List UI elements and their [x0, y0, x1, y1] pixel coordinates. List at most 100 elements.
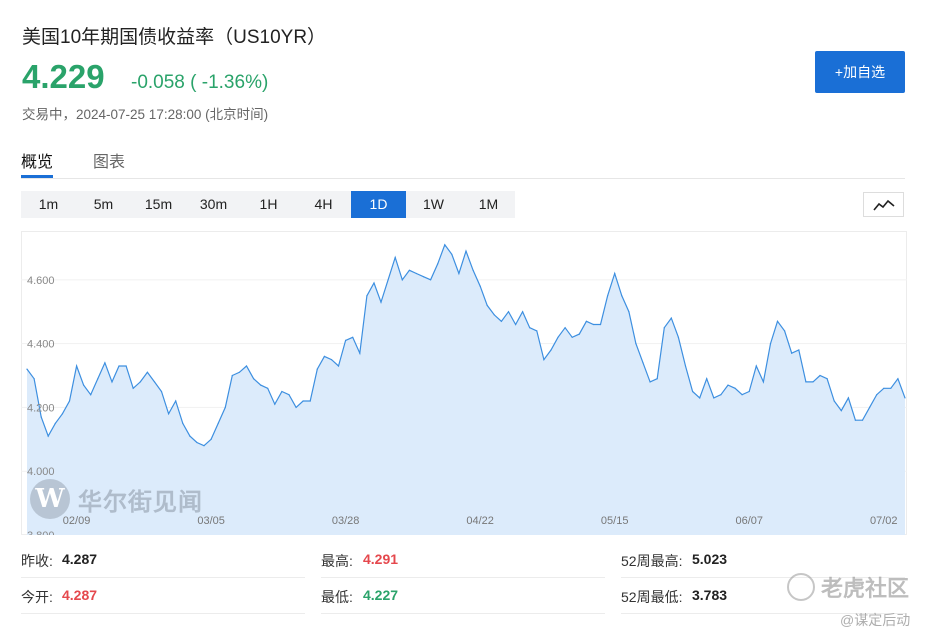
data-point — [380, 301, 382, 303]
period-1w[interactable]: 1W — [406, 191, 461, 218]
community-logo-icon — [787, 573, 815, 601]
data-point — [40, 416, 42, 418]
data-point — [550, 349, 552, 351]
data-point — [238, 371, 240, 373]
period-1d[interactable]: 1D — [351, 191, 406, 218]
data-point — [699, 397, 701, 399]
data-point — [479, 285, 481, 287]
stat-value: 4.287 — [62, 551, 98, 567]
data-point — [847, 397, 850, 399]
data-point — [890, 387, 892, 389]
data-point — [592, 323, 595, 326]
data-point — [33, 378, 35, 380]
data-point — [635, 343, 637, 345]
data-point — [302, 400, 304, 402]
y-tick-label: 4.400 — [27, 339, 55, 351]
active-tab-indicator — [21, 175, 53, 178]
stat-low: 最低: 4.227 — [321, 577, 605, 614]
period-1mo[interactable]: 1M — [461, 191, 516, 218]
data-point — [366, 295, 368, 297]
data-point — [132, 387, 134, 389]
data-point — [883, 387, 885, 389]
period-5m[interactable]: 5m — [76, 191, 131, 218]
x-tick-label: 05/15 — [601, 515, 629, 527]
data-point — [146, 371, 148, 373]
period-1m[interactable]: 1m — [21, 191, 76, 218]
tab-overview[interactable]: 概览 — [21, 148, 53, 172]
data-point — [522, 311, 524, 313]
data-point — [762, 381, 765, 383]
data-point — [684, 365, 687, 367]
data-point — [713, 397, 715, 399]
period-1h[interactable]: 1H — [241, 191, 296, 218]
stat-value: 5.023 — [692, 551, 728, 567]
data-point — [529, 327, 531, 329]
data-point — [415, 272, 417, 275]
data-point — [734, 387, 736, 389]
data-point — [536, 330, 538, 332]
data-point — [352, 336, 354, 338]
data-point — [507, 311, 510, 313]
data-point — [720, 394, 722, 396]
data-point — [401, 279, 403, 281]
data-point — [805, 381, 807, 383]
data-point — [210, 438, 212, 440]
data-point — [599, 323, 602, 326]
data-point — [288, 394, 290, 396]
data-point — [245, 365, 248, 367]
data-point — [83, 384, 85, 386]
data-point — [444, 244, 446, 246]
data-point — [182, 422, 184, 424]
data-point — [500, 320, 502, 322]
data-point — [125, 365, 127, 367]
stat-open: 今开: 4.287 — [21, 577, 305, 614]
stat-value: 4.287 — [62, 587, 98, 603]
data-point — [628, 311, 630, 313]
data-point — [784, 330, 786, 332]
data-point — [904, 397, 906, 399]
stat-value: 4.227 — [363, 587, 399, 603]
trading-status: 交易中，2024-07-25 17:28:00 (北京时间) — [22, 107, 269, 122]
data-point — [819, 374, 821, 377]
data-point — [394, 256, 396, 259]
watermark-logo-icon: W — [30, 479, 70, 519]
add-to-watchlist-button[interactable]: +加自选 — [815, 51, 905, 93]
period-4h[interactable]: 4H — [296, 191, 351, 218]
corner-watermark: 老虎社区 — [787, 571, 909, 603]
y-tick-label: 4.600 — [27, 275, 55, 287]
line-chart-icon — [872, 199, 895, 211]
data-point — [260, 384, 262, 386]
data-point — [897, 378, 899, 380]
data-point — [373, 282, 375, 284]
data-point — [61, 413, 64, 415]
data-point — [486, 304, 488, 306]
data-point — [543, 359, 545, 361]
data-point — [706, 378, 708, 380]
data-point — [607, 295, 609, 297]
data-point — [515, 323, 517, 326]
data-point — [727, 384, 729, 386]
data-point — [323, 355, 325, 357]
data-point — [840, 410, 842, 412]
data-point — [217, 422, 219, 424]
tab-chart[interactable]: 图表 — [93, 148, 125, 172]
x-tick-label: 04/22 — [466, 515, 494, 527]
data-point — [26, 368, 28, 370]
stat-value: 3.783 — [692, 587, 728, 603]
period-selector: 1m 5m 15m 30m 1H 4H 1D 1W 1M — [21, 191, 515, 218]
data-point — [54, 422, 56, 424]
data-point — [139, 381, 141, 383]
period-15m[interactable]: 15m — [131, 191, 186, 218]
watermark-text: 华尔街见闻 — [78, 488, 203, 516]
data-point — [791, 352, 793, 354]
data-point — [585, 320, 588, 322]
tab-bar: 概览 图表 — [21, 140, 905, 179]
data-point — [295, 406, 297, 408]
data-point — [670, 317, 672, 319]
chart-type-button[interactable] — [863, 192, 904, 217]
data-point — [111, 381, 113, 383]
x-tick-label: 07/02 — [870, 515, 898, 527]
period-30m[interactable]: 30m — [186, 191, 241, 218]
data-point — [755, 365, 757, 367]
data-point — [564, 327, 566, 329]
